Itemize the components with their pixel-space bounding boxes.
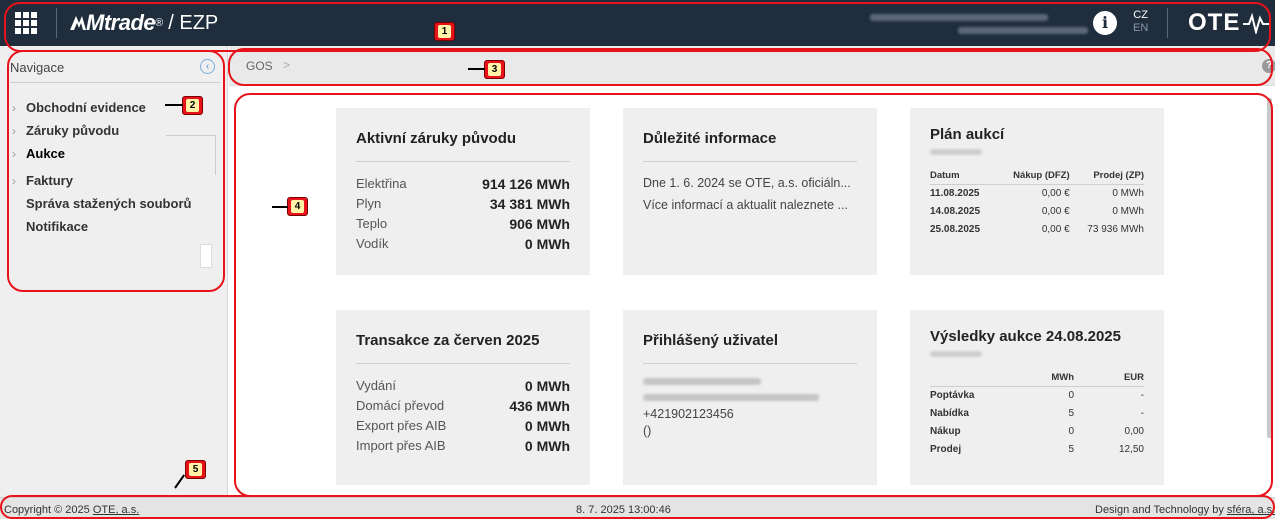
footer-sfera-link[interactable]: sféra, a.s. [1227, 504, 1275, 516]
chevron-right-icon: › [12, 146, 16, 161]
sidebar-item-label: Faktury [26, 173, 73, 188]
sidebar-item-label: Správa stažených souborů [26, 196, 192, 211]
sidebar-item-label: Aukce [26, 146, 66, 161]
sidebar-title: Navigace [10, 60, 65, 75]
kv-row: Import přes AIB 0 MWh [356, 438, 570, 454]
user-name-blurred [643, 378, 761, 385]
submenu-popup-outline [166, 135, 216, 175]
annotation-arrow [468, 68, 485, 70]
brand-mark-icon [70, 16, 86, 30]
sidebar-divider [10, 82, 220, 83]
kv-row: Teplo 906 MWh [356, 216, 570, 232]
annotation-badge-1: 1 [434, 22, 455, 41]
kv-row: Elektřina 914 126 MWh [356, 176, 570, 192]
ote-logo[interactable]: OTE [1188, 9, 1270, 37]
header-divider [56, 8, 57, 38]
info-line[interactable]: Dne 1. 6. 2024 se OTE, a.s. oficiáln... [643, 176, 857, 198]
sidebar-item-label: Notifikace [26, 219, 89, 234]
header-divider-right [1167, 8, 1168, 38]
footer: Copyright © 2025 OTE, a.s. 8. 7. 2025 13… [0, 497, 1275, 519]
kv-row: Export přes AIB 0 MWh [356, 418, 570, 434]
info-icon[interactable]: i [1093, 11, 1117, 35]
user-info-blurred[interactable] [860, 14, 1088, 34]
footer-ote-link[interactable]: OTE, a.s. [93, 504, 139, 516]
breadcrumb-separator-icon: > [283, 58, 291, 72]
card-logged-user[interactable]: Přihlášený uživatel +421902123456 () [623, 310, 877, 485]
apps-grid-icon[interactable] [14, 11, 38, 35]
card-title: Transakce za červen 2025 [356, 332, 540, 349]
lang-cz[interactable]: CZ [1133, 9, 1148, 22]
annotation-arrow [165, 104, 183, 106]
card-divider [356, 161, 570, 162]
brand[interactable]: Mtrade ® / EZP [70, 10, 218, 36]
ote-logo-icon [1243, 12, 1270, 34]
kv-row: Vydání 0 MWh [356, 378, 570, 394]
table-row: Prodej 5 12,50 [930, 444, 1144, 455]
user-email-blurred [643, 394, 819, 401]
breadcrumb: GOS > ? [229, 46, 1275, 86]
card-divider [643, 363, 857, 364]
card-subtitle-blurred [930, 351, 982, 357]
card-divider [356, 363, 570, 364]
table-row: Poptávka 0- [930, 390, 1144, 402]
annotation-badge-5: 5 [185, 460, 206, 479]
card-important-info[interactable]: Důležité informace Dne 1. 6. 2024 se OTE… [623, 108, 877, 275]
annotation-arrow [272, 206, 288, 208]
sidebar-item-notifikace[interactable]: Notifikace [12, 215, 222, 238]
kv-row: Domácí převod 436 MWh [356, 398, 570, 414]
auction-results-table: MWh EUR Poptávka 0- Nabídka 5- Nákup 0 0,00 … [930, 369, 1144, 459]
ote-logo-text: OTE [1188, 9, 1241, 36]
table-row: 25.08.2025 0,00 €73 936 MWh [930, 224, 1144, 235]
breadcrumb-root[interactable]: GOS [246, 59, 273, 73]
card-title: Výsledky aukce 24.08.2025 [930, 328, 1121, 345]
footer-copyright: Copyright © 2025 OTE, a.s. [4, 504, 140, 516]
chevron-right-icon: › [12, 100, 16, 115]
card-auction-results[interactable]: Výsledky aukce 24.08.2025 MWh EUR Poptáv… [910, 310, 1164, 485]
info-line[interactable]: Více informací a aktualit naleznete ... [643, 198, 857, 220]
auction-plan-table: Datum Nákup (DFZ) Prodej (ZP) 11.08.2025… [930, 167, 1144, 239]
sidebar-item-label: Záruky původu [26, 123, 120, 138]
sidebar-collapse-icon[interactable]: ‹ [200, 59, 215, 74]
table-row: Nákup 0 0,00 [930, 426, 1144, 437]
brand-logo-text: Mtrade [86, 10, 156, 35]
footer-credit: Design and Technology by sféra, a.s. [1095, 504, 1275, 516]
brand-registered-mark: ® [155, 17, 164, 29]
table-row: 11.08.2025 0,00 €0 MWh [930, 188, 1144, 200]
chevron-right-icon: › [12, 123, 16, 138]
annotation-badge-2: 2 [182, 96, 203, 115]
card-auction-plan[interactable]: Plán aukcí Datum Nákup (DFZ) Prodej (ZP)… [910, 108, 1164, 275]
annotation-badge-3: 3 [484, 60, 505, 79]
card-active-guarantees[interactable]: Aktivní záruky původu Elektřina 914 126 M… [336, 108, 590, 275]
sidebar-item-label: Obchodní evidence [26, 100, 146, 115]
help-icon[interactable]: ? [1262, 59, 1275, 73]
user-extra: () [643, 424, 652, 438]
brand-subtitle: / EZP [168, 11, 219, 34]
chevron-right-icon: › [12, 173, 16, 188]
language-switch[interactable]: CZ EN [1133, 9, 1148, 35]
card-title: Aktivní záruky původu [356, 130, 517, 147]
card-title: Důležité informace [643, 130, 777, 147]
content-scrollbar[interactable] [1267, 98, 1272, 438]
table-row: 14.08.2025 0,00 €0 MWh [930, 206, 1144, 217]
lang-en[interactable]: EN [1133, 22, 1148, 35]
card-title: Plán aukcí [930, 126, 1005, 143]
kv-row: Plyn 34 381 MWh [356, 196, 570, 212]
annotation-badge-4: 4 [287, 197, 308, 216]
dashboard-content: Aktivní záruky původu Elektřina 914 126 M… [229, 87, 1275, 497]
card-transactions[interactable]: Transakce za červen 2025 Vydání 0 MWh Dom… [336, 310, 590, 485]
card-divider [643, 161, 857, 162]
footer-datetime: 8. 7. 2025 13:00:46 [576, 504, 671, 516]
table-row: Nabídka 5- [930, 408, 1144, 419]
kv-row: Vodík 0 MWh [356, 236, 570, 252]
card-title: Přihlášený uživatel [643, 332, 779, 349]
card-subtitle-blurred [930, 149, 982, 155]
sidebar-scroll-thumb[interactable] [200, 244, 212, 268]
sidebar-item-sprava-stazenych-souboru[interactable]: Správa stažených souborů [12, 192, 222, 215]
top-bar: Mtrade ® / EZP i CZ EN OTE [0, 0, 1275, 46]
user-phone: +421902123456 [643, 407, 734, 421]
